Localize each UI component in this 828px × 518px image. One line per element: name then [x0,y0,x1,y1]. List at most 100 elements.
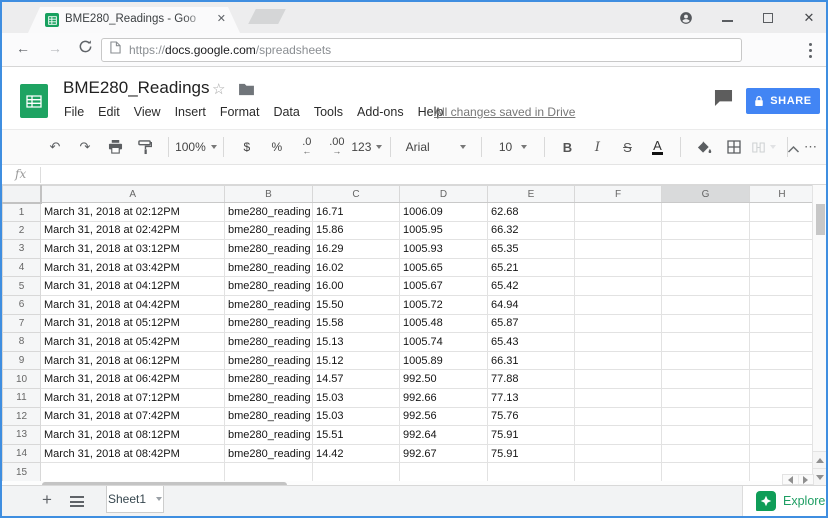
reload-icon[interactable] [78,39,93,57]
zoom-select[interactable]: 100% [175,135,217,159]
column-header-G[interactable]: G [661,185,750,203]
cell-C1[interactable]: 16.71 [312,202,400,222]
column-header-A[interactable]: A [40,185,225,203]
cell-C10[interactable]: 14.57 [312,369,400,389]
row-header-4[interactable]: 4 [2,257,41,278]
row-header-2[interactable]: 2 [2,220,41,241]
cell-E13[interactable]: 75.91 [487,425,575,445]
cell-G2[interactable] [661,220,750,241]
row-header-11[interactable]: 11 [2,387,41,408]
cell-A13[interactable]: March 31, 2018 at 08:12PM [40,425,225,445]
save-status[interactable]: All changes saved in Drive [434,105,575,119]
row-header-1[interactable]: 1 [2,202,41,222]
row-header-13[interactable]: 13 [2,425,41,445]
cell-F3[interactable] [574,239,662,259]
cell-H1[interactable] [749,202,815,222]
cell-A7[interactable]: March 31, 2018 at 05:12PM [40,313,225,334]
menu-data[interactable]: Data [266,105,306,119]
text-color-button[interactable]: A [645,135,669,159]
cell-G10[interactable] [661,369,750,389]
cell-A2[interactable]: March 31, 2018 at 02:42PM [40,220,225,241]
cell-D1[interactable]: 1006.09 [399,202,488,222]
strikethrough-button[interactable]: S [615,135,639,159]
cell-F6[interactable] [574,294,662,315]
folder-icon[interactable] [238,83,255,101]
cell-B5[interactable]: bme280_reading [224,276,313,296]
menu-addons[interactable]: Add-ons [350,105,411,119]
column-header-B[interactable]: B [224,185,313,203]
cell-G11[interactable] [661,387,750,408]
cell-B14[interactable]: bme280_reading [224,443,313,464]
cell-H7[interactable] [749,313,815,334]
sheets-logo-icon[interactable] [20,84,48,118]
vertical-scrollbar-thumb[interactable] [815,204,825,235]
cell-C2[interactable]: 15.86 [312,220,400,241]
cell-B6[interactable]: bme280_reading [224,294,313,315]
cell-F4[interactable] [574,257,662,278]
cell-C6[interactable]: 15.50 [312,294,400,315]
number-format-select[interactable]: 123 [351,135,383,159]
cell-D7[interactable]: 1005.48 [399,313,488,334]
cell-B9[interactable]: bme280_reading [224,350,313,371]
cell-F8[interactable] [574,332,662,352]
row-header-9[interactable]: 9 [2,350,41,371]
cell-D9[interactable]: 1005.89 [399,350,488,371]
add-sheet-icon[interactable]: + [42,490,52,510]
cell-D13[interactable]: 992.64 [399,425,488,445]
format-currency-button[interactable]: $ [235,135,259,159]
close-button[interactable]: ✕ [802,10,816,25]
cell-H4[interactable] [749,257,815,278]
cell-E14[interactable]: 75.91 [487,443,575,464]
cell-A8[interactable]: March 31, 2018 at 05:42PM [40,332,225,352]
cell-A12[interactable]: March 31, 2018 at 07:42PM [40,406,225,427]
row-header-14[interactable]: 14 [2,443,41,464]
cell-G7[interactable] [661,313,750,334]
menu-insert[interactable]: Insert [168,105,213,119]
cell-F1[interactable] [574,202,662,222]
cell-H13[interactable] [749,425,815,445]
cell-B13[interactable]: bme280_reading [224,425,313,445]
cell-D8[interactable]: 1005.74 [399,332,488,352]
cell-A5[interactable]: March 31, 2018 at 04:12PM [40,276,225,296]
cell-D15[interactable] [399,462,488,482]
menu-view[interactable]: View [127,105,168,119]
cell-C12[interactable]: 15.03 [312,406,400,427]
cell-E15[interactable] [487,462,575,482]
cell-G8[interactable] [661,332,750,352]
paint-format-icon[interactable] [133,135,157,159]
cell-B8[interactable]: bme280_reading [224,332,313,352]
cell-D2[interactable]: 1005.95 [399,220,488,241]
cell-A1[interactable]: March 31, 2018 at 02:12PM [40,202,225,222]
all-sheets-icon[interactable] [70,496,84,507]
cell-H11[interactable] [749,387,815,408]
scroll-right-icon[interactable] [799,475,814,484]
cell-B2[interactable]: bme280_reading [224,220,313,241]
cell-H3[interactable] [749,239,815,259]
redo-icon[interactable]: ↷ [73,135,97,159]
row-header-7[interactable]: 7 [2,313,41,334]
browser-menu-icon[interactable] [808,39,812,61]
cell-F2[interactable] [574,220,662,241]
tab-close-icon[interactable]: ✕ [217,12,226,25]
cell-A3[interactable]: March 31, 2018 at 03:12PM [40,239,225,259]
print-icon[interactable] [103,135,127,159]
row-header-3[interactable]: 3 [2,239,41,259]
row-header-5[interactable]: 5 [2,276,41,296]
address-bar[interactable]: https://docs.google.com/spreadsheets [101,38,742,62]
cell-B15[interactable] [224,462,313,482]
profile-icon[interactable] [679,11,693,25]
menu-edit[interactable]: Edit [91,105,127,119]
explore-section[interactable]: Explore [742,486,826,516]
cell-E8[interactable]: 65.43 [487,332,575,352]
undo-icon[interactable]: ↶ [43,135,67,159]
cell-E9[interactable]: 66.31 [487,350,575,371]
font-size-select[interactable]: 10 [493,135,533,159]
cell-C4[interactable]: 16.02 [312,257,400,278]
cell-F12[interactable] [574,406,662,427]
cell-F5[interactable] [574,276,662,296]
vertical-scrollbar[interactable] [812,185,826,485]
cell-A15[interactable] [40,462,225,482]
cell-D6[interactable]: 1005.72 [399,294,488,315]
cell-D12[interactable]: 992.56 [399,406,488,427]
scroll-down-icon[interactable] [813,468,826,485]
